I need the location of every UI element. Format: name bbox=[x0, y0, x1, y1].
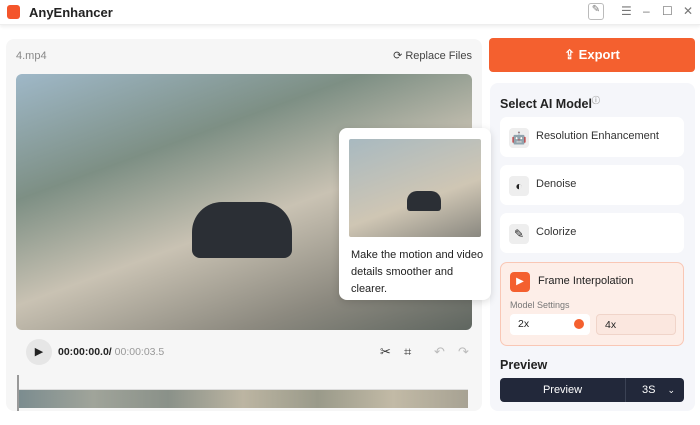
check-icon bbox=[574, 319, 584, 329]
timeline-strip[interactable] bbox=[18, 389, 468, 408]
redo-icon[interactable]: ↷ bbox=[458, 344, 469, 360]
minimize-icon[interactable]: – bbox=[643, 4, 650, 18]
model-frame-interpolation[interactable]: ▶ Frame Interpolation Model Settings 2x … bbox=[500, 262, 684, 346]
timeline-playhead[interactable] bbox=[17, 375, 23, 411]
denoise-icon: ◐ bbox=[509, 176, 529, 196]
current-time: 00:00:00.0/ bbox=[58, 346, 112, 358]
time-display: 00:00:00.0/ 00:00:03.5 bbox=[58, 346, 164, 358]
undo-icon[interactable]: ↶ bbox=[434, 344, 445, 360]
cut-icon[interactable]: ✂ bbox=[380, 344, 391, 360]
app-title: AnyEnhancer bbox=[29, 5, 113, 20]
model-label: Resolution Enhancement bbox=[536, 130, 659, 142]
replace-label: Replace Files bbox=[405, 50, 472, 62]
model-label: Colorize bbox=[536, 226, 577, 238]
playback-controls: ▶ 00:00:00.0/ 00:00:03.5 ✂ ⌗ ↶ ↷ bbox=[6, 339, 482, 369]
preview-bar: Preview 3S ⌄ bbox=[500, 378, 684, 402]
model-settings-label: Model Settings bbox=[510, 300, 570, 310]
preview-button[interactable]: Preview bbox=[500, 378, 626, 402]
chevron-down-icon: ⌄ bbox=[667, 385, 676, 395]
panel-title: Select AI Modelⓘ bbox=[500, 95, 600, 111]
model-denoise[interactable]: ◐ Denoise bbox=[500, 165, 684, 205]
model-resolution-enhancement[interactable]: 🤖 Resolution Enhancement bbox=[500, 117, 684, 157]
replace-files-button[interactable]: ⟳ Replace Files bbox=[393, 49, 472, 62]
model-colorize[interactable]: ✎ Colorize bbox=[500, 213, 684, 253]
option-2x[interactable]: 2x bbox=[510, 314, 590, 335]
preview-title: Preview bbox=[500, 358, 548, 372]
tooltip-image bbox=[349, 139, 481, 237]
crop-icon[interactable]: ⌗ bbox=[404, 344, 411, 360]
feedback-icon[interactable]: ✎ bbox=[588, 3, 604, 20]
tooltip-text: Make the motion and video details smooth… bbox=[351, 249, 484, 295]
frame-interpolation-icon: ▶ bbox=[510, 272, 530, 292]
export-button[interactable]: ⇪ Export bbox=[489, 38, 695, 72]
total-time: 00:00:03.5 bbox=[111, 346, 165, 358]
file-name: 4.mp4 bbox=[16, 50, 47, 62]
info-icon[interactable]: ⓘ bbox=[592, 96, 600, 105]
close-icon[interactable]: ✕ bbox=[683, 4, 693, 18]
menu-icon[interactable]: ☰ bbox=[621, 4, 632, 18]
option-label: 4x bbox=[605, 319, 617, 331]
duration-value: 3S bbox=[642, 384, 656, 396]
model-label: Frame Interpolation bbox=[538, 275, 634, 287]
play-button[interactable]: ▶ bbox=[26, 339, 52, 365]
model-panel: Select AI Modelⓘ 🤖 Resolution Enhancement… bbox=[490, 83, 695, 411]
car-image bbox=[192, 202, 292, 258]
title-bar: AnyEnhancer ✎ ☰ – ☐ ✕ bbox=[0, 0, 700, 25]
export-label: Export bbox=[578, 47, 620, 62]
model-label: Denoise bbox=[536, 178, 577, 190]
export-icon: ⇪ bbox=[564, 47, 579, 62]
option-label: 2x bbox=[518, 318, 530, 330]
colorize-icon: ✎ bbox=[509, 224, 529, 244]
option-4x[interactable]: 4x bbox=[596, 314, 676, 335]
app-logo-icon bbox=[7, 5, 20, 19]
panel-title-text: Select AI Model bbox=[500, 97, 592, 112]
robot-icon: 🤖 bbox=[509, 128, 529, 148]
duration-select[interactable]: 3S ⌄ bbox=[626, 378, 684, 402]
refresh-icon: ⟳ bbox=[393, 50, 406, 62]
model-tooltip: Make the motion and video details smooth… bbox=[339, 128, 491, 300]
maximize-icon[interactable]: ☐ bbox=[662, 4, 673, 18]
